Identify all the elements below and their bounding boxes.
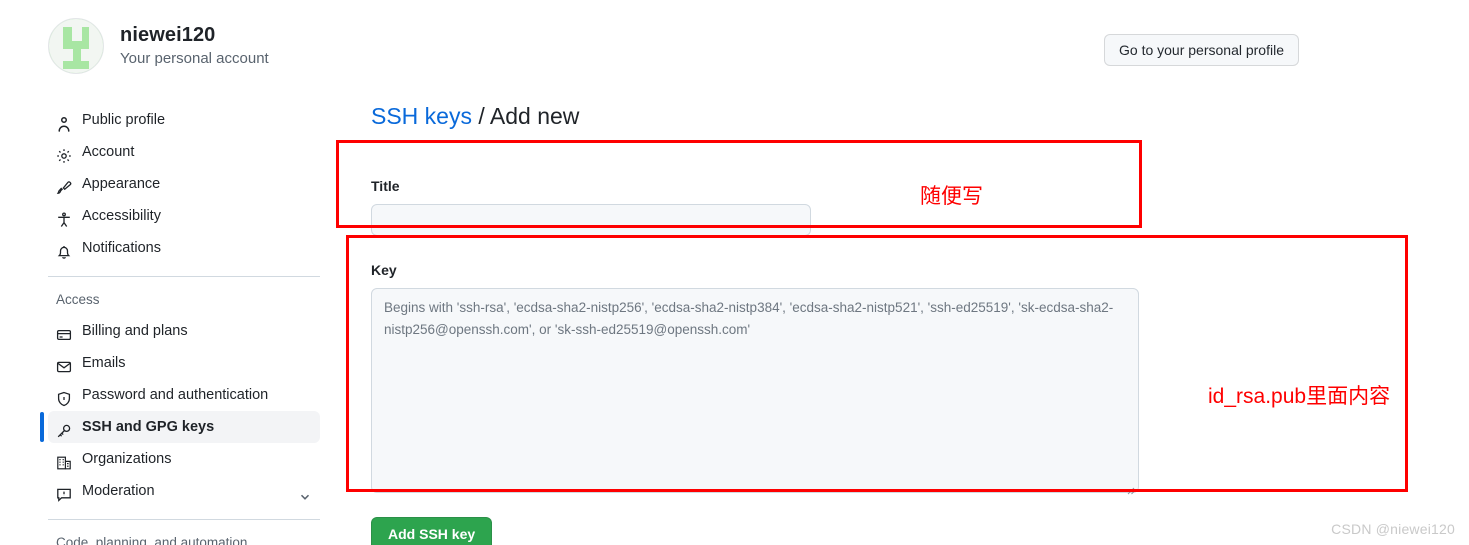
sidebar-group-title-access: Access <box>56 292 100 307</box>
annotation-text-key: id_rsa.pub里面内容 <box>1208 385 1391 408</box>
submit-row: Add SSH key <box>371 517 1151 545</box>
shield-icon <box>56 387 72 407</box>
sidebar-item-billing-and-plans[interactable]: Billing and plans <box>48 315 320 347</box>
settings-page: niewei120 Your personal account Go to yo… <box>0 0 1469 545</box>
account-subtitle: Your personal account <box>120 49 269 67</box>
account-identity: niewei120 Your personal account <box>120 23 269 70</box>
sidebar-item-label: Password and authentication <box>82 387 269 403</box>
sidebar-item-organizations[interactable]: Organizations <box>48 443 320 475</box>
report-icon <box>56 483 72 502</box>
sidebar-item-label: Appearance <box>82 176 161 192</box>
breadcrumb: SSH keys / Add new <box>371 100 1151 132</box>
sidebar-item-label: SSH and GPG keys <box>82 419 215 435</box>
sidebar-divider-bottom <box>48 519 320 520</box>
account-name: niewei120 <box>120 23 216 46</box>
title-field-label: Title <box>371 178 400 194</box>
organization-icon <box>56 451 72 470</box>
breadcrumb-separator: / <box>478 103 485 129</box>
sidebar-item-ssh-and-gpg-keys[interactable]: SSH and GPG keys <box>40 411 320 443</box>
title-input[interactable] <box>371 204 811 236</box>
breadcrumb-current-add-new: Add new <box>489 103 580 129</box>
credit-card-icon <box>56 323 72 341</box>
sidebar-item-label: Billing and plans <box>82 323 188 339</box>
sidebar-item-password-and-authentication[interactable]: Password and authentication <box>48 379 320 411</box>
sidebar-item-accessibility[interactable]: Accessibility <box>48 200 320 232</box>
sidebar-item-label: Organizations <box>82 451 172 467</box>
sidebar-item-label: Notifications <box>82 240 161 256</box>
sidebar-item-label: Moderation <box>82 483 155 499</box>
settings-sidebar: Public profile Account Appearance Access… <box>40 104 320 545</box>
sidebar-item-notifications[interactable]: Notifications <box>48 232 320 264</box>
main-content: SSH keys / Add new Title Key Add SSH key <box>371 100 1151 545</box>
title-field-group: Title <box>371 176 1151 236</box>
sidebar-item-label: Public profile <box>82 112 166 128</box>
mail-icon <box>56 355 72 373</box>
key-icon <box>56 419 72 438</box>
account-header: niewei120 Your personal account <box>48 18 269 74</box>
sidebar-divider <box>48 276 320 277</box>
gear-icon <box>56 144 72 163</box>
sidebar-item-public-profile[interactable]: Public profile <box>48 104 320 136</box>
sidebar-item-label: Account <box>82 144 135 160</box>
go-to-personal-profile-button[interactable]: Go to your personal profile <box>1104 34 1299 66</box>
sidebar-group-title-code-planning-automation: Code, planning, and automation <box>56 535 248 545</box>
add-ssh-key-button[interactable]: Add SSH key <box>371 517 493 545</box>
bell-icon <box>56 240 72 259</box>
sidebar-item-label: Accessibility <box>82 208 161 224</box>
chevron-down-icon[interactable] <box>298 484 312 500</box>
key-textarea[interactable] <box>371 288 1139 493</box>
key-field-label: Key <box>371 262 397 278</box>
sidebar-item-emails[interactable]: Emails <box>48 347 320 379</box>
watermark: CSDN @niewei120 <box>1331 521 1455 537</box>
key-field-group: Key <box>371 260 1139 498</box>
accessibility-icon <box>56 208 72 227</box>
sidebar-item-label: Emails <box>82 355 126 371</box>
paintbrush-icon <box>56 176 72 194</box>
sidebar-item-moderation[interactable]: Moderation <box>48 475 320 507</box>
breadcrumb-link-ssh-keys[interactable]: SSH keys <box>371 103 472 129</box>
identicon-avatar[interactable] <box>48 18 104 74</box>
sidebar-item-account[interactable]: Account <box>48 136 320 168</box>
person-icon <box>56 112 72 132</box>
sidebar-item-appearance[interactable]: Appearance <box>48 168 320 200</box>
